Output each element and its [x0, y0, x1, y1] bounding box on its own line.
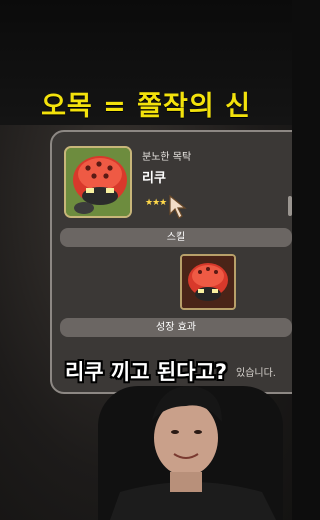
video-headline: 오목 = 쫄작의 신	[41, 91, 251, 122]
star-rating: ★★★	[145, 198, 167, 208]
pointer-cursor-icon	[168, 194, 188, 224]
video-frame: 오목 = 쫄작의 신 분노한 목탁 리쿠 ★★★ 스킬 성장 효과 있습니다. …	[0, 0, 292, 520]
subtitle-caption: 리쿠 끼고 된다고?	[64, 360, 228, 384]
unit-title: 분노한 목탁	[142, 152, 192, 163]
ladybug-portrait-icon	[66, 148, 130, 216]
streamer-webcam	[0, 380, 292, 520]
growth-effect-section-header: 성장 효과	[60, 318, 292, 337]
ladybug-skill-icon	[182, 256, 234, 308]
skill-slot[interactable]	[180, 254, 236, 310]
skill-section-header: 스킬	[60, 228, 292, 247]
unit-name: 리쿠	[142, 171, 166, 186]
unit-portrait[interactable]	[64, 146, 132, 218]
panel-scroll-handle[interactable]	[288, 196, 292, 216]
